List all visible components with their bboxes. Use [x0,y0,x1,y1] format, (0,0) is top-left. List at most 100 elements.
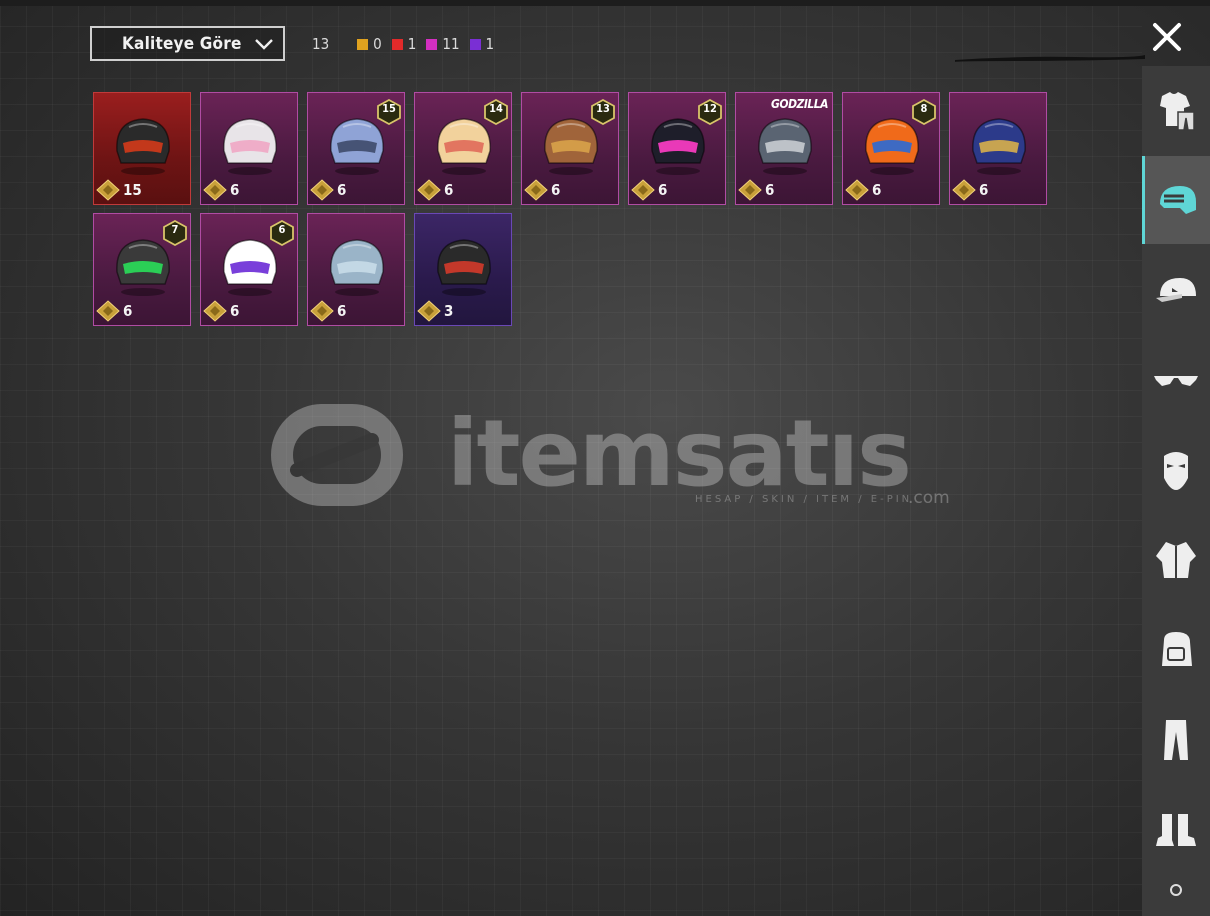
item-quantity-value: 6 [979,181,989,199]
glasses-icon [1154,376,1198,386]
item-quantity: 6 [310,300,346,322]
inventory-item[interactable]: 15 6 [307,92,405,205]
quality-count-pink: 11 [426,35,460,53]
helmet-icon [223,118,277,175]
item-quantity-value: 6 [337,181,347,199]
pants-tab[interactable] [1142,696,1210,784]
inventory-item[interactable]: 66 [200,213,298,326]
inventory-item[interactable]: 6 [200,92,298,205]
ag-coin-icon [310,179,334,201]
backpack-tab[interactable] [1142,606,1210,694]
jacket-icon [1156,542,1196,578]
inventory-item[interactable]: 15 [93,92,191,205]
inventory-item[interactable]: 14 6 [414,92,512,205]
item-quantity: 6 [417,179,453,201]
inventory-item[interactable]: GODZILLA 6 [735,92,833,205]
item-quantity-value: 6 [872,181,882,199]
total-count: 13 [312,35,330,53]
item-quantity: 6 [96,300,132,322]
item-quantity-value: 15 [123,181,142,199]
ag-coin-icon [417,179,441,201]
pants-icon [1164,720,1188,760]
item-quantity: 3 [417,300,453,322]
more-tab[interactable] [1142,876,1210,916]
quality-count-red: 1 [391,35,417,53]
ag-coin-icon [952,179,976,201]
partial-tab-icon [1170,884,1182,896]
ag-coin-icon [524,179,548,201]
item-quantity: 6 [738,179,774,201]
pink-swatch [426,38,438,50]
helmet-icon [116,118,170,175]
quality-count-legendary: 0 [357,35,382,53]
close-button[interactable] [1147,17,1187,57]
ag-coin-icon [96,179,120,201]
helmet-icon [1159,186,1196,214]
close-icon [1153,23,1181,51]
ag-coin-icon [203,300,227,322]
inventory-item[interactable]: 76 [93,213,191,326]
hat-tab[interactable] [1142,246,1210,334]
item-quantity: 6 [631,179,667,201]
cap-icon [1156,278,1196,302]
item-quantity-value: 3 [444,302,454,320]
level-badge-number: 7 [171,223,179,236]
red-swatch [391,38,403,50]
boots-icon [1156,814,1196,846]
ag-coin-icon [631,179,655,201]
quality-count-purple: 1 [469,35,494,53]
glasses-tab[interactable] [1142,336,1210,424]
item-quantity-value: 6 [230,181,240,199]
level-badge-number: 14 [489,102,503,115]
item-quantity-value: 6 [123,302,133,320]
sort-dropdown-label: Kaliteye Göre [122,33,242,54]
item-quantity-value: 6 [444,181,454,199]
level-badge-number: 13 [596,102,610,115]
item-quantity: 15 [96,179,142,201]
legendary-swatch [357,38,369,50]
outfit-tab[interactable] [1142,66,1210,154]
mask-icon [1164,452,1188,490]
inventory-item[interactable]: 3 [414,213,512,326]
ag-coin-icon [96,300,120,322]
helmet-icon [330,239,384,296]
inventory-item[interactable]: 6 [949,92,1047,205]
red-count: 1 [407,35,417,53]
brush-stroke-decoration [955,55,1145,62]
item-quantity-value: 6 [337,302,347,320]
item-quantity: 6 [310,179,346,201]
item-quantity: 6 [952,179,988,201]
category-sidebar [1142,66,1210,916]
jacket-tab[interactable] [1142,516,1210,604]
level-badge-number: 12 [703,102,717,115]
chevron-down-icon [255,39,273,50]
item-quantity: 6 [524,179,560,201]
level-badge-number: 8 [920,102,928,115]
top-edge-bar [0,0,1210,6]
item-quantity: 6 [203,300,239,322]
ag-coin-icon [310,300,334,322]
purple-swatch [469,38,481,50]
helmet-tab[interactable] [1142,156,1210,244]
inventory-item[interactable]: 13 6 [521,92,619,205]
inventory-item[interactable]: 12 6 [628,92,726,205]
ag-coin-icon [203,179,227,201]
helmet-icon [972,118,1026,175]
outfit-icon [1160,92,1195,131]
sort-dropdown[interactable]: Kaliteye Göre [90,26,285,61]
level-badge-number: 15 [382,102,396,115]
level-badge-number: 6 [278,223,286,236]
backpack-icon [1162,632,1192,666]
legendary-count: 0 [373,35,382,53]
boots-tab[interactable] [1142,786,1210,874]
mask-tab[interactable] [1142,426,1210,514]
helmet-icon [758,118,812,175]
ag-coin-icon [738,179,762,201]
item-quantity-value: 6 [658,181,668,199]
helmet-icon [437,239,491,296]
pink-count: 11 [442,35,460,53]
inventory-item[interactable]: 86 [842,92,940,205]
inventory-item[interactable]: 6 [307,213,405,326]
item-quantity-value: 6 [230,302,240,320]
quality-stats: 13 0 1 11 1 [312,35,504,53]
